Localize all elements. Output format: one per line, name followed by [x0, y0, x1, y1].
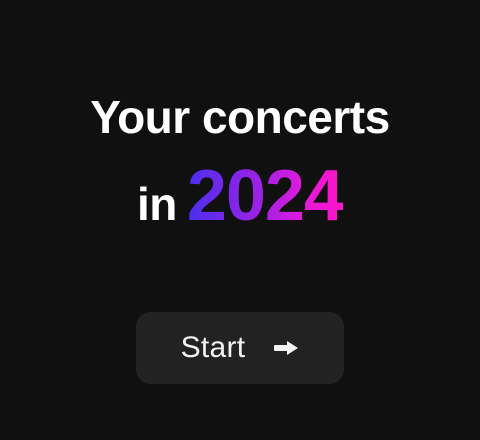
- arrow-right-icon: [273, 340, 299, 356]
- start-button[interactable]: Start: [136, 312, 344, 384]
- headline-year: 2024: [186, 156, 344, 236]
- start-button-label: Start: [180, 331, 246, 364]
- headline-line-2: in 2024: [0, 158, 480, 254]
- intro-screen: Your concerts in 2024 Start: [0, 0, 480, 440]
- headline-prefix: in: [136, 178, 177, 230]
- headline-line-1: Your concerts: [90, 91, 390, 143]
